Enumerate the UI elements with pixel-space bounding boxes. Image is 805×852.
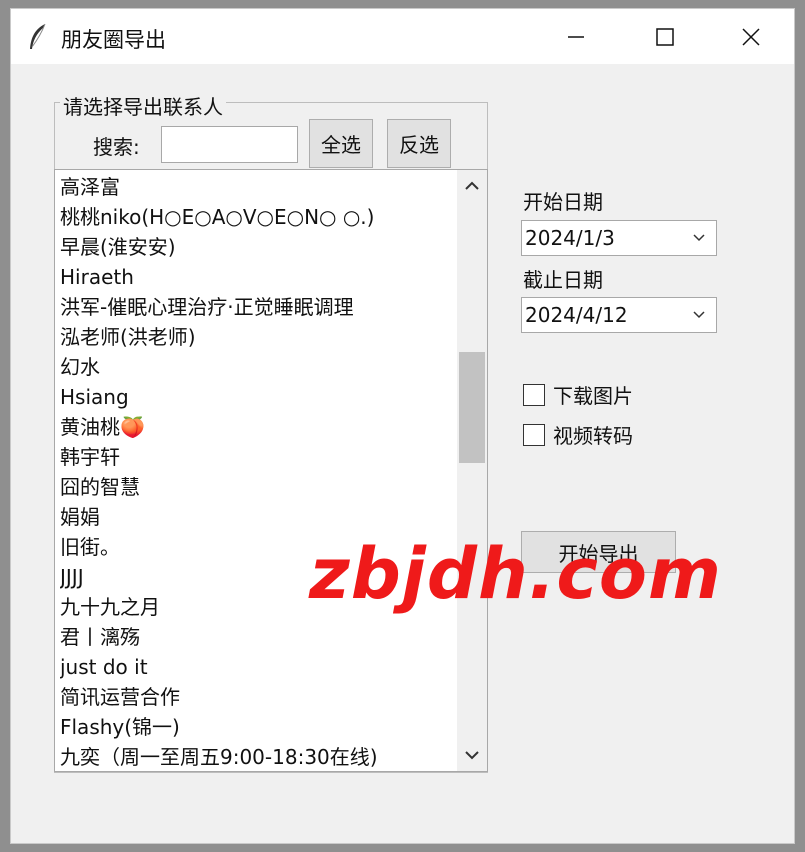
minimize-button[interactable] (546, 19, 606, 55)
scroll-down-icon[interactable] (462, 745, 482, 765)
close-button[interactable] (721, 19, 781, 55)
list-item[interactable]: 囧的智慧 (60, 472, 455, 502)
search-input[interactable] (161, 126, 298, 163)
end-date-value: 2024/4/12 (525, 303, 628, 327)
download-images-checkbox[interactable] (523, 383, 545, 406)
download-images-label: 下载图片 (553, 384, 633, 408)
list-item[interactable]: 泓老师(洪老师) (60, 322, 455, 352)
list-item[interactable]: 高泽富 (60, 172, 455, 202)
transcode-video-option[interactable]: 视频转码 (523, 420, 633, 449)
watermark-text: zbjdh.com (309, 533, 722, 615)
select-all-button[interactable]: 全选 (309, 119, 373, 168)
list-item[interactable]: Flashy(锦一) (60, 712, 455, 742)
list-item[interactable]: 早晨(淮安安) (60, 232, 455, 262)
contacts-group-label: 请选择导出联系人 (60, 91, 226, 120)
contacts-list: 高泽富 桃桃niko(H○E○A○V○E○N○ ○.) 早晨(淮安安) Hiraeth… (60, 172, 455, 771)
download-images-option[interactable]: 下载图片 (523, 380, 633, 409)
transcode-video-checkbox[interactable] (523, 423, 545, 446)
end-date-label: 截止日期 (523, 268, 603, 292)
window-title: 朋友圈导出 (61, 28, 166, 52)
scroll-thumb[interactable] (459, 352, 485, 463)
list-item[interactable]: just do it (60, 652, 455, 682)
list-item[interactable]: 黄油桃🍑 (60, 412, 455, 442)
app-window: 朋友圈导出 请选择导出联系人 搜索: 全选 反选 高泽富 桃桃niko(H○E○A… (10, 8, 795, 844)
list-item[interactable]: 韩宇轩 (60, 442, 455, 472)
list-item[interactable]: 桃桃niko(H○E○A○V○E○N○ ○.) (60, 202, 455, 232)
minimize-icon (568, 36, 584, 38)
title-bar[interactable]: 朋友圈导出 (11, 9, 794, 64)
feather-icon (30, 23, 46, 49)
scroll-up-icon[interactable] (462, 176, 482, 196)
list-item[interactable]: 九奕（周一至周五9:00-18:30在线) (60, 742, 455, 771)
maximize-button[interactable] (635, 19, 695, 55)
list-item[interactable]: 简讯运营合作 (60, 682, 455, 712)
transcode-video-label: 视频转码 (553, 424, 633, 448)
invert-selection-button[interactable]: 反选 (387, 119, 451, 168)
start-date-label: 开始日期 (523, 190, 603, 214)
chevron-down-icon (693, 234, 705, 242)
list-item[interactable]: 娟娟 (60, 502, 455, 532)
close-icon (742, 28, 760, 46)
list-item[interactable]: Hsiang (60, 382, 455, 412)
maximize-icon (656, 28, 674, 46)
end-date-select[interactable]: 2024/4/12 (521, 297, 717, 333)
contacts-scrollbar[interactable] (457, 170, 487, 771)
list-item[interactable]: Hiraeth (60, 262, 455, 292)
start-date-select[interactable]: 2024/1/3 (521, 220, 717, 256)
start-date-value: 2024/1/3 (525, 226, 615, 250)
search-label: 搜索: (93, 135, 140, 159)
contacts-listbox[interactable]: 高泽富 桃桃niko(H○E○A○V○E○N○ ○.) 早晨(淮安安) Hiraeth… (54, 169, 488, 772)
list-item[interactable]: 洪军-催眠心理治疗·正觉睡眠调理 (60, 292, 455, 322)
list-item[interactable]: 君丨漓殇 (60, 622, 455, 652)
chevron-down-icon (693, 311, 705, 319)
list-item[interactable]: 幻水 (60, 352, 455, 382)
